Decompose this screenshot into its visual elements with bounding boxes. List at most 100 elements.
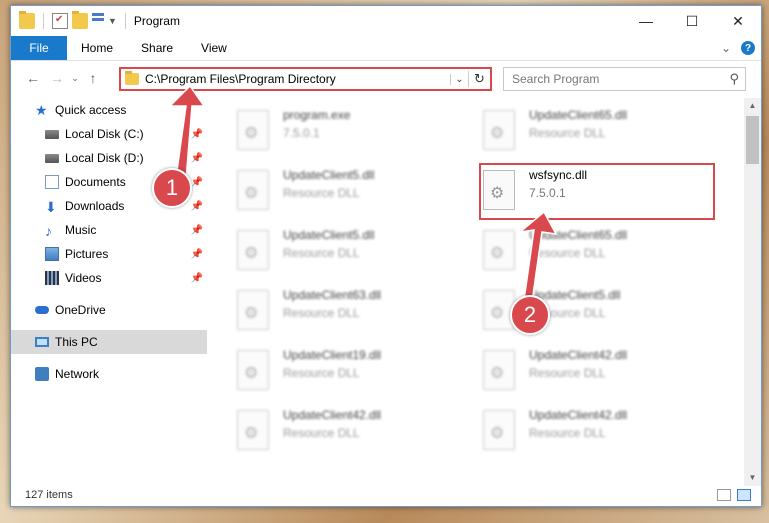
- sidebar-item-label: Music: [65, 223, 97, 237]
- pin-icon[interactable]: 📌: [191, 225, 203, 236]
- music-icon: ♪: [45, 223, 52, 239]
- pin-icon[interactable]: 📌: [191, 129, 203, 140]
- dll-file-icon: [237, 230, 269, 270]
- sidebar-item-label: Pictures: [65, 247, 109, 261]
- sidebar-item-videos[interactable]: Videos 📌: [11, 266, 207, 290]
- file-tab[interactable]: File: [11, 36, 67, 60]
- file-item[interactable]: UpdateClient5.dll Resource DLL: [237, 166, 477, 220]
- pin-icon[interactable]: 📌: [191, 153, 203, 164]
- sidebar-item-local-disk-c[interactable]: Local Disk (C:) 📌: [11, 122, 207, 146]
- onedrive-cloud-icon: [35, 306, 49, 314]
- file-name: UpdateClient63.dll: [283, 288, 382, 302]
- close-button[interactable]: ✕: [715, 6, 761, 36]
- file-item[interactable]: UpdateClient63.dll Resource DLL: [237, 286, 477, 340]
- minimize-button[interactable]: —: [623, 6, 669, 36]
- scroll-up-icon[interactable]: ▲: [744, 98, 761, 114]
- new-folder-icon[interactable]: [72, 11, 88, 29]
- network-icon: [35, 367, 49, 381]
- address-bar[interactable]: C:\Program Files\Program Directory ⌄ ↻: [119, 67, 492, 91]
- back-icon[interactable]: ←: [21, 70, 45, 86]
- step-marker-1: 1: [152, 168, 192, 208]
- navigation-bar: ← → ⌄ ↑ C:\Program Files\Program Directo…: [11, 62, 761, 94]
- quick-access-toolbar: ▼: [19, 11, 130, 29]
- search-icon[interactable]: ⚲: [729, 71, 739, 87]
- pin-icon[interactable]: 📌: [191, 177, 203, 188]
- file-item[interactable]: UpdateClient65.dll Resource DLL: [483, 226, 723, 280]
- star-icon: ★: [35, 101, 48, 118]
- customize-toolbar-icon[interactable]: ▼: [108, 16, 117, 26]
- file-detail: Resource DLL: [529, 246, 606, 260]
- file-detail: Resource DLL: [529, 366, 606, 380]
- large-icons-view-icon[interactable]: [737, 489, 751, 501]
- downloads-icon: ⬇: [45, 199, 57, 215]
- search-input[interactable]: Search Program: [512, 72, 599, 86]
- dll-file-icon: [483, 110, 515, 150]
- recent-locations-icon[interactable]: ⌄: [69, 73, 81, 84]
- file-name: UpdateClient65.dll: [529, 228, 628, 242]
- file-detail: 7.5.0.1: [283, 126, 320, 140]
- file-item[interactable]: UpdateClient19.dll Resource DLL: [237, 346, 477, 400]
- file-item[interactable]: UpdateClient65.dll Resource DLL: [483, 106, 723, 160]
- sidebar-item-label: Network: [55, 367, 100, 381]
- up-icon[interactable]: ↑: [81, 70, 105, 86]
- file-name: program.exe: [283, 108, 351, 122]
- dll-file-icon: [483, 230, 515, 270]
- status-bar: 127 items: [11, 484, 761, 506]
- properties-icon[interactable]: [92, 13, 104, 29]
- pin-icon[interactable]: 📌: [191, 273, 203, 284]
- refresh-icon[interactable]: ↻: [468, 71, 490, 87]
- file-name: UpdateClient42.dll: [529, 348, 628, 362]
- folder-icon: [125, 71, 139, 85]
- file-item[interactable]: program.exe 7.5.0.1: [237, 106, 477, 160]
- file-detail: Resource DLL: [283, 186, 360, 200]
- pin-icon[interactable]: 📌: [191, 249, 203, 260]
- file-item[interactable]: UpdateClient42.dll Resource DLL: [237, 406, 477, 460]
- file-name: UpdateClient19.dll: [283, 348, 382, 362]
- disk-icon: [45, 129, 59, 139]
- sidebar-item-local-disk-d[interactable]: Local Disk (D:) 📌: [11, 146, 207, 170]
- tab-home[interactable]: Home: [67, 36, 127, 60]
- sidebar-item-label: Local Disk (D:): [65, 151, 144, 165]
- computer-icon: [35, 337, 49, 347]
- sidebar-item-network[interactable]: Network: [11, 362, 207, 386]
- pictures-icon: [45, 247, 59, 261]
- sidebar-item-quick-access[interactable]: ★ Quick access: [11, 98, 207, 122]
- sidebar-item-label: Documents: [65, 175, 126, 189]
- file-name: UpdateClient5.dll: [283, 168, 375, 182]
- view-switcher: [717, 489, 761, 501]
- file-detail: Resource DLL: [529, 426, 606, 440]
- vertical-scrollbar[interactable]: ▲ ▼: [744, 98, 761, 486]
- maximize-button[interactable]: ☐: [669, 6, 715, 36]
- window-controls: — ☐ ✕: [623, 6, 761, 36]
- details-view-icon[interactable]: [717, 489, 731, 501]
- address-dropdown-icon[interactable]: ⌄: [450, 73, 468, 85]
- file-item[interactable]: UpdateClient5.dll Resource DLL: [237, 226, 477, 280]
- videos-icon: [45, 271, 59, 285]
- forward-icon[interactable]: →: [45, 70, 69, 86]
- dll-file-icon: [237, 350, 269, 390]
- pin-icon[interactable]: 📌: [191, 201, 203, 212]
- tab-share[interactable]: Share: [127, 36, 187, 60]
- expand-ribbon-icon[interactable]: ⌄: [721, 41, 731, 55]
- sidebar-item-music[interactable]: ♪ Music 📌: [11, 218, 207, 242]
- address-path[interactable]: C:\Program Files\Program Directory: [145, 72, 450, 86]
- search-box[interactable]: Search Program ⚲: [503, 67, 746, 91]
- help-icon[interactable]: ?: [741, 41, 755, 55]
- file-detail: Resource DLL: [283, 306, 360, 320]
- scroll-thumb[interactable]: [746, 116, 759, 164]
- sidebar-item-label: Local Disk (C:): [65, 127, 144, 141]
- dll-file-icon: [237, 290, 269, 330]
- file-detail: Resource DLL: [283, 366, 360, 380]
- properties-check-icon[interactable]: [52, 13, 68, 29]
- sidebar-item-pictures[interactable]: Pictures 📌: [11, 242, 207, 266]
- file-item[interactable]: UpdateClient42.dll Resource DLL: [483, 346, 723, 400]
- sidebar-item-onedrive[interactable]: OneDrive: [11, 298, 207, 322]
- file-item[interactable]: UpdateClient42.dll Resource DLL: [483, 406, 723, 460]
- exe-file-icon: [237, 110, 269, 150]
- tab-view[interactable]: View: [187, 36, 241, 60]
- folder-icon[interactable]: [19, 11, 35, 29]
- separator: [124, 13, 126, 29]
- sidebar-item-this-pc[interactable]: This PC: [11, 330, 207, 354]
- file-detail: Resource DLL: [529, 126, 606, 140]
- highlight-box: [479, 163, 715, 220]
